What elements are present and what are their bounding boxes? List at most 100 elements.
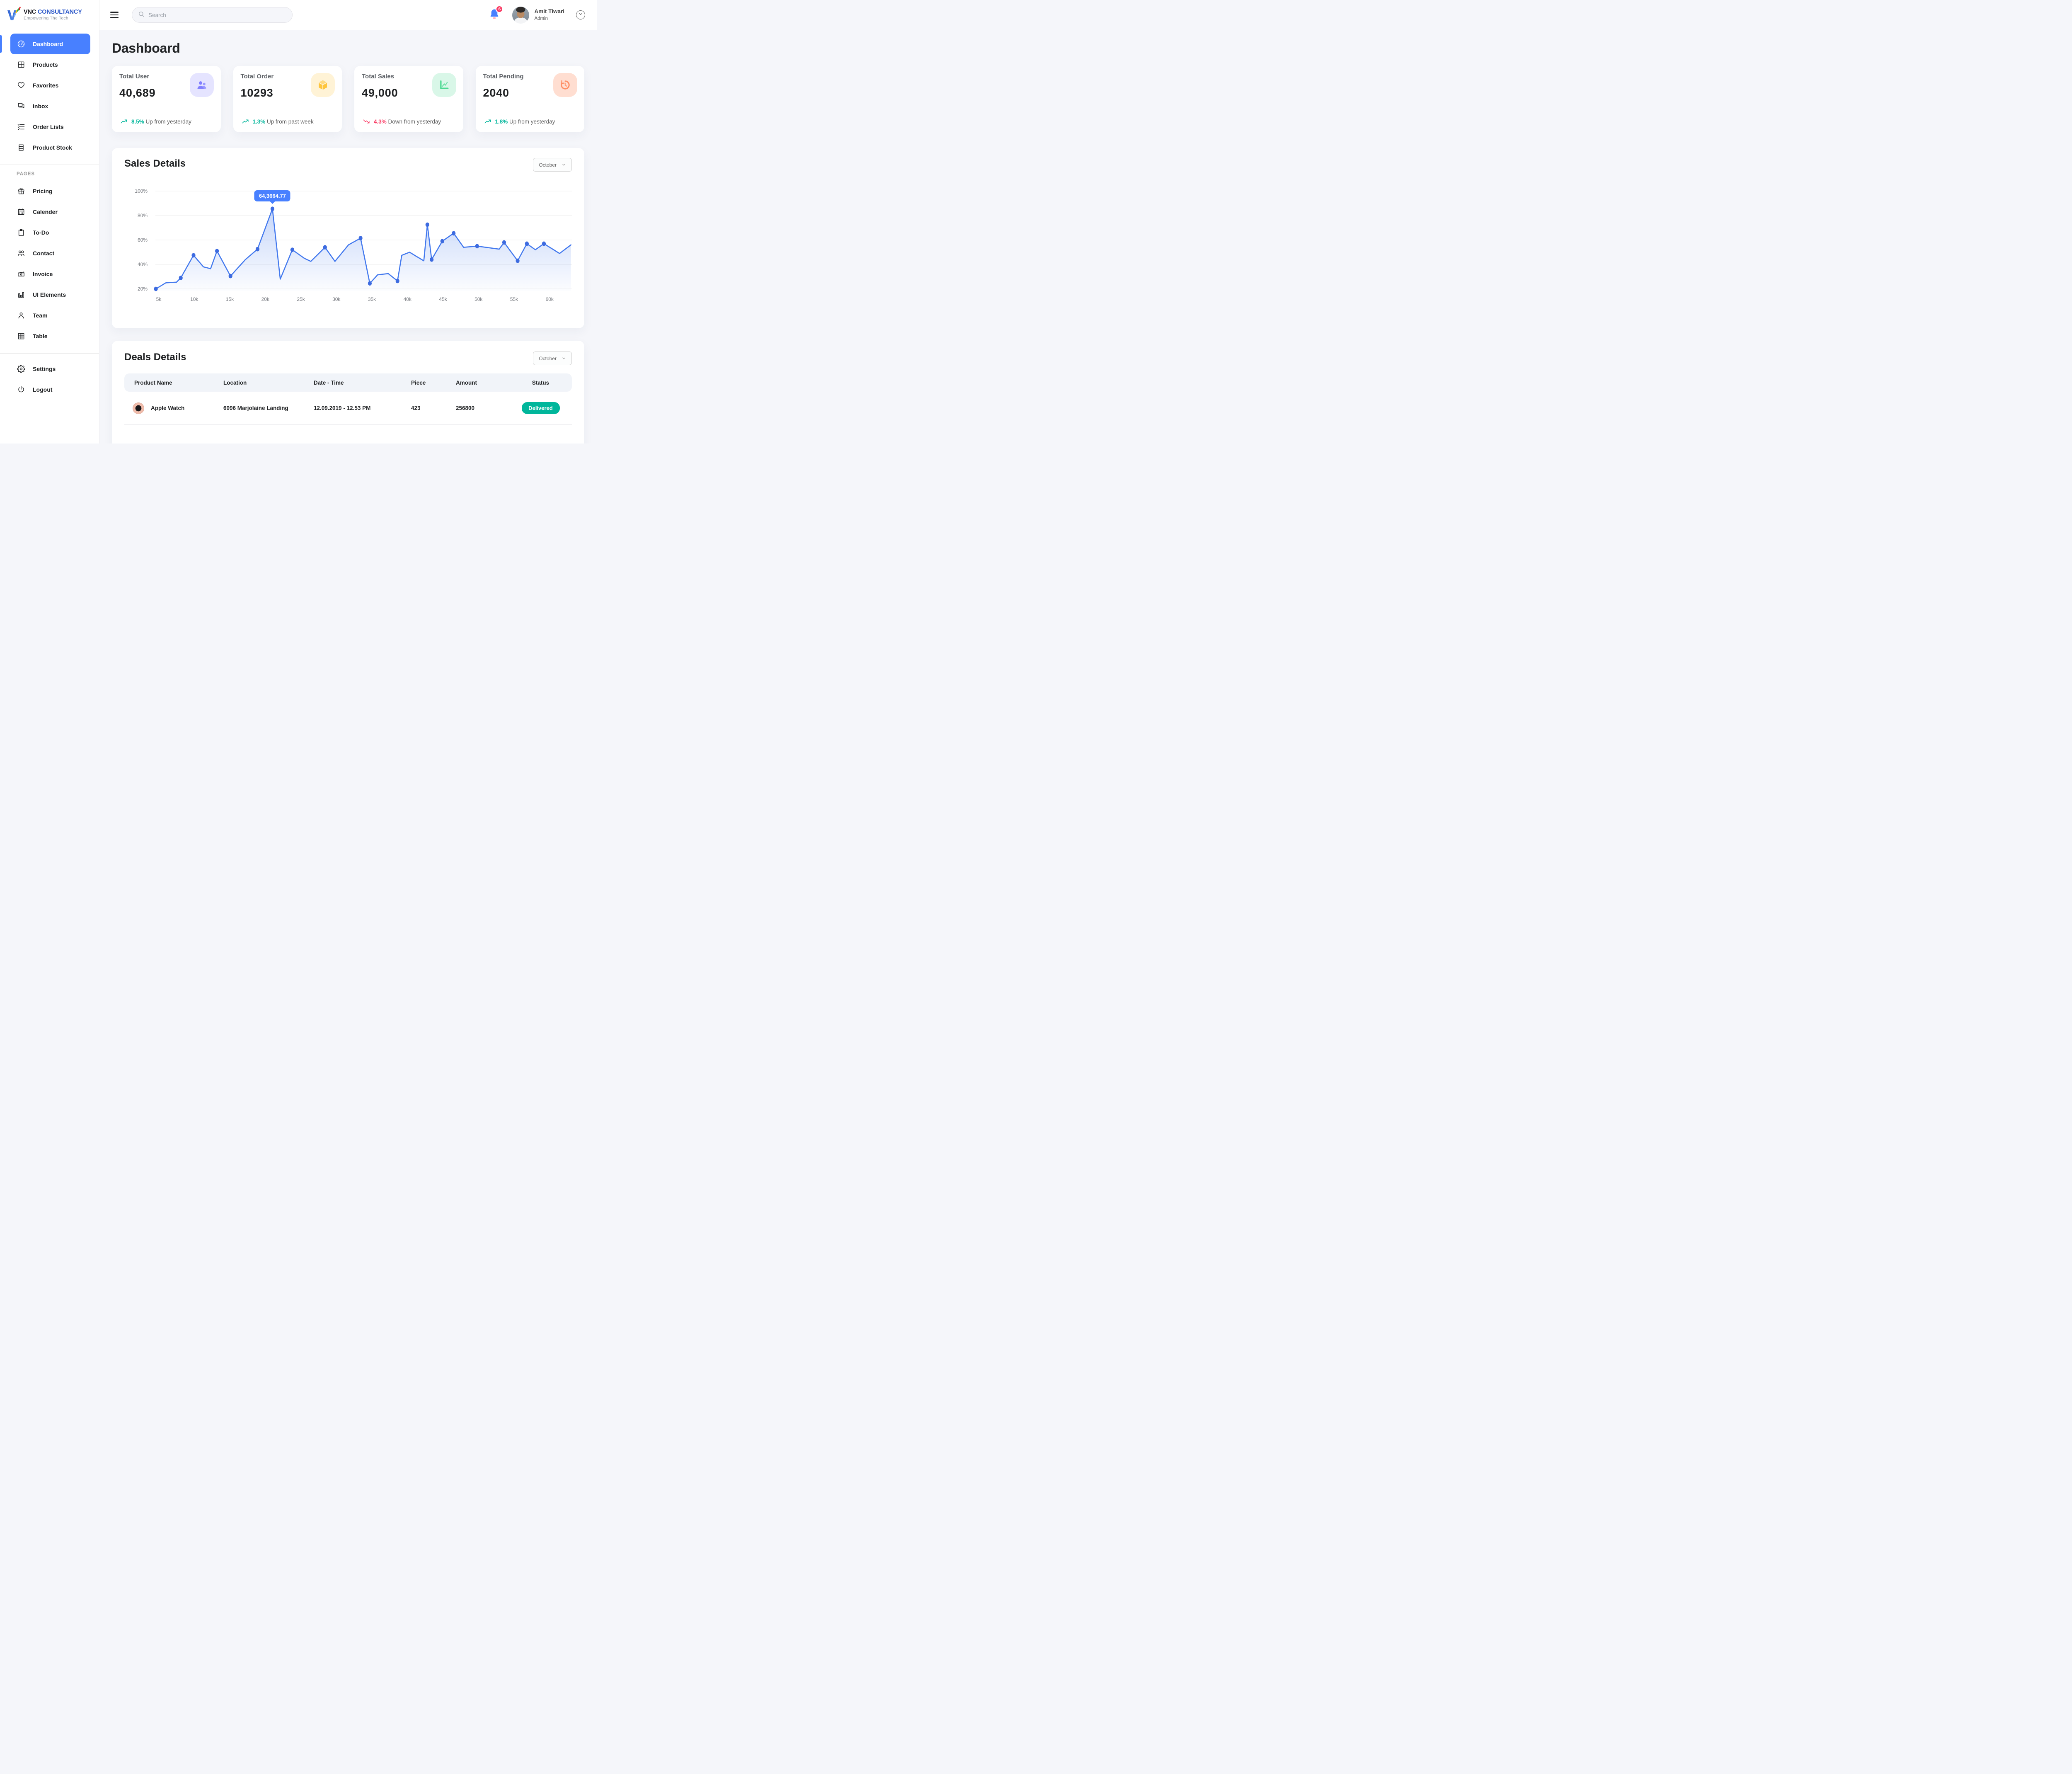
sidebar-item-logout[interactable]: Logout	[10, 379, 90, 400]
sidebar-item-label: Team	[33, 312, 48, 319]
sales-period-dropdown[interactable]: October	[533, 158, 572, 172]
sidebar-item-order-lists[interactable]: Order Lists	[10, 116, 90, 137]
sidebar-item-label: Settings	[33, 366, 56, 372]
status-badge: Delivered	[522, 402, 560, 414]
page-title: Dashboard	[112, 41, 584, 56]
order-lists-icon	[17, 123, 25, 131]
svg-text:15k: 15k	[226, 296, 234, 302]
trend-up-icon	[120, 118, 128, 125]
hamburger-menu-icon[interactable]	[110, 12, 119, 18]
deals-table-header: Product Name Location Date - Time Piece …	[124, 373, 572, 392]
user-menu-button[interactable]	[576, 10, 585, 19]
sidebar-item-label: Favorites	[33, 82, 58, 89]
sidebar-item-todo[interactable]: To-Do	[10, 222, 90, 243]
chevron-down-icon	[562, 162, 566, 167]
sidebar-item-invoice[interactable]: Invoice	[10, 264, 90, 284]
svg-text:100%: 100%	[135, 188, 148, 194]
sidebar-item-ui-elements[interactable]: UI Elements	[10, 284, 90, 305]
sidebar-item-team[interactable]: Team	[10, 305, 90, 326]
piece-cell: 423	[411, 405, 456, 411]
table-grid-icon	[17, 332, 25, 340]
sidebar-item-pricing[interactable]: Pricing	[10, 181, 90, 201]
svg-text:40k: 40k	[404, 296, 412, 302]
column-header: Piece	[411, 380, 456, 386]
table-row[interactable]: Apple Watch 6096 Marjolaine Landing 12.0…	[124, 392, 572, 425]
svg-text:30k: 30k	[332, 296, 341, 302]
sidebar-item-settings[interactable]: Settings	[10, 359, 90, 379]
topbar: 6 Amit Tiwari Admin	[99, 0, 597, 30]
chart-tooltip: 64,3664.77	[254, 190, 290, 201]
deals-period-dropdown[interactable]: October	[533, 351, 572, 365]
search-bar	[132, 7, 293, 23]
sales-chart-wrapper: 20%40%60%80%100%5k10k15k20k25k30k35k40k4…	[124, 177, 572, 308]
svg-text:60%: 60%	[138, 237, 148, 243]
svg-text:45k: 45k	[439, 296, 447, 302]
svg-text:40%: 40%	[138, 262, 148, 267]
sidebar-item-calender[interactable]: Calender	[10, 201, 90, 222]
column-header: Location	[223, 380, 314, 386]
vnc-logo-icon	[6, 6, 21, 24]
sidebar-divider	[0, 353, 99, 354]
column-header: Date - Time	[314, 380, 411, 386]
sales-chart: 20%40%60%80%100%5k10k15k20k25k30k35k40k4…	[124, 177, 572, 306]
gear-icon	[17, 365, 25, 373]
svg-text:20%: 20%	[138, 286, 148, 292]
brand-tagline: Empowering The Tech	[24, 16, 82, 21]
svg-text:25k: 25k	[297, 296, 305, 302]
brand-text: VNC CONSULTANCY Empowering The Tech	[24, 9, 82, 21]
notifications-button[interactable]: 6	[489, 8, 500, 22]
notification-count-badge: 6	[496, 5, 503, 13]
sidebar-item-label: UI Elements	[33, 291, 66, 298]
stat-trend: 4.3% Down from yesterday	[362, 118, 441, 125]
sidebar: VNC CONSULTANCY Empowering The Tech Dash…	[0, 0, 99, 444]
topbar-right: 6 Amit Tiwari Admin	[489, 7, 585, 24]
search-input[interactable]	[148, 12, 286, 18]
sales-details-panel: Sales Details October 20%40%60%80%100%5k…	[112, 148, 584, 328]
product-name: Apple Watch	[151, 405, 184, 411]
app-window: VNC CONSULTANCY Empowering The Tech Dash…	[0, 0, 597, 444]
sidebar-item-dashboard[interactable]: Dashboard	[10, 34, 90, 54]
product-stock-icon	[17, 143, 25, 152]
sidebar-item-label: Invoice	[33, 271, 53, 277]
sidebar-item-label: Contact	[33, 250, 54, 257]
column-header: Amount	[456, 380, 509, 386]
amount-cell: 256800	[456, 405, 509, 411]
sidebar-item-products[interactable]: Products	[10, 54, 90, 75]
location-cell: 6096 Marjolaine Landing	[223, 405, 314, 411]
trend-up-icon	[241, 118, 249, 125]
deals-period-value: October	[539, 356, 557, 361]
chevron-down-icon	[562, 356, 566, 361]
chart-line-icon	[432, 73, 456, 97]
stat-trend: 1.8% Up from yesterday	[484, 118, 555, 125]
search-icon	[138, 11, 145, 19]
box-icon	[311, 73, 335, 97]
gift-icon	[17, 187, 25, 195]
sidebar-item-label: Products	[33, 61, 58, 68]
user-name: Amit Tiwari	[534, 8, 564, 15]
sidebar-item-label: Product Stock	[33, 144, 72, 151]
user-meta: Amit Tiwari Admin	[534, 8, 564, 22]
product-image-apple-watch	[133, 402, 144, 414]
page-content: Dashboard Total User 40,689 8.5% Up from…	[99, 30, 597, 444]
calendar-icon	[17, 208, 25, 216]
users-icon	[190, 73, 214, 97]
sidebar-item-table[interactable]: Table	[10, 326, 90, 347]
sidebar-item-label: Pricing	[33, 188, 52, 194]
column-header: Product Name	[124, 380, 223, 386]
chevron-down-icon	[578, 11, 583, 19]
svg-text:80%: 80%	[138, 213, 148, 218]
sidebar-item-label: Calender	[33, 208, 58, 215]
sidebar-item-product-stock[interactable]: Product Stock	[10, 137, 90, 158]
sidebar-nav: Dashboard Products Favorites Inbox	[0, 30, 99, 400]
power-icon	[17, 385, 25, 394]
sidebar-item-contact[interactable]: Contact	[10, 243, 90, 264]
svg-text:5k: 5k	[156, 296, 162, 302]
sidebar-item-label: To-Do	[33, 229, 49, 236]
stat-cards-row: Total User 40,689 8.5% Up from yesterday…	[112, 66, 584, 132]
user-avatar[interactable]	[512, 7, 529, 24]
sidebar-item-favorites[interactable]: Favorites	[10, 75, 90, 96]
dashboard-icon	[17, 40, 25, 48]
main-area: 6 Amit Tiwari Admin Dashboard To	[99, 0, 597, 444]
sidebar-item-inbox[interactable]: Inbox	[10, 96, 90, 116]
svg-text:55k: 55k	[510, 296, 518, 302]
